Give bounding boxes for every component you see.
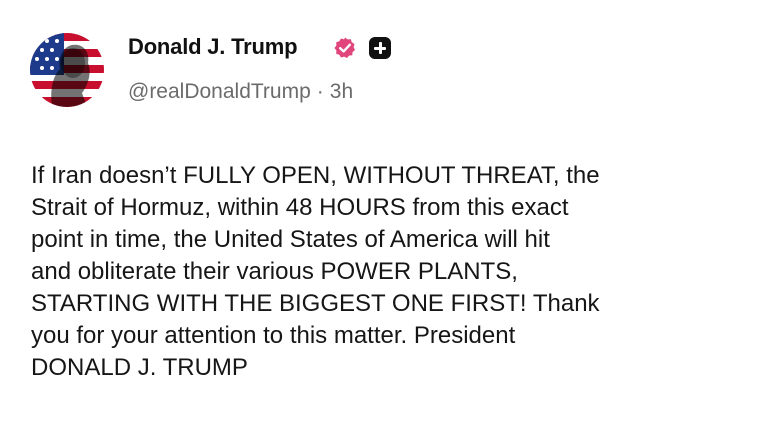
- plus-badge-icon: [369, 37, 391, 59]
- post-body: If Iran doesn’t FULLY OPEN, WITHOUT THRE…: [31, 160, 751, 384]
- post-text-line: STARTING WITH THE BIGGEST ONE FIRST! Tha…: [31, 290, 600, 317]
- verified-badge-icon: [334, 37, 355, 58]
- post-card: Donald J. Trump @realDonaldTrump · 3h If I…: [0, 0, 768, 432]
- post-text-line: point in time, the United States of Amer…: [31, 226, 550, 253]
- post-text-line: If Iran doesn’t FULLY OPEN, WITHOUT THRE…: [31, 162, 600, 189]
- post-text-line: DONALD J. TRUMP: [31, 354, 248, 381]
- post-meta: @realDonaldTrump · 3h: [128, 80, 353, 104]
- post-text-line: you for your attention to this matter. P…: [31, 322, 516, 349]
- post-text-line: Strait of Hormuz, within 48 HOURS from t…: [31, 194, 569, 221]
- post-text-line: and obliterate their various POWER PLANT…: [31, 258, 518, 285]
- author-handle[interactable]: @realDonaldTrump: [128, 80, 311, 103]
- author-name[interactable]: Donald J. Trump: [128, 34, 298, 60]
- avatar[interactable]: [30, 33, 104, 107]
- american-flag-icon: [30, 33, 104, 107]
- meta-separator: ·: [316, 80, 324, 103]
- post-timestamp[interactable]: 3h: [330, 80, 353, 103]
